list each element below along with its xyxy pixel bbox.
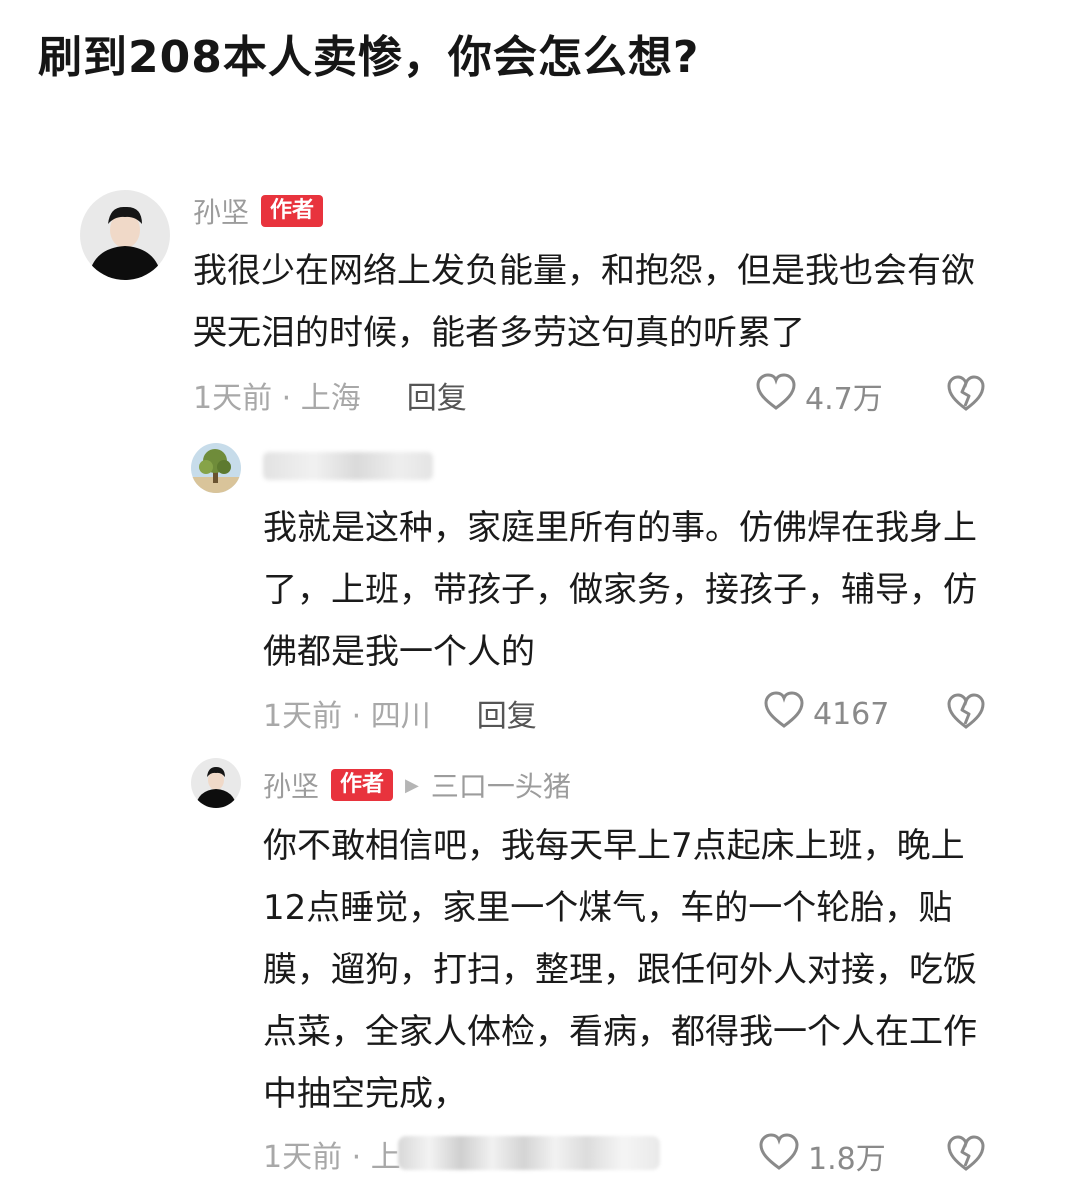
like-count: 4.7万 bbox=[805, 382, 883, 417]
blurred-overlay bbox=[398, 1136, 660, 1170]
comment-text: 我就是这种，家庭里所有的事。仿佛焊在我身上了，上班，带孩子，做家务，接孩子，辅导… bbox=[263, 508, 977, 672]
author-avatar[interactable] bbox=[191, 758, 241, 808]
comment-text: 我很少在网络上发负能量，和抱怨，但是我也会有欲哭无泪的时候，能者多劳这句真的听累… bbox=[193, 251, 975, 353]
reply-button[interactable]: 回复 bbox=[477, 691, 537, 735]
dislike-button[interactable] bbox=[946, 374, 986, 418]
author-badge: 作者 bbox=[261, 195, 324, 227]
like-button[interactable]: 4.7万 bbox=[755, 372, 883, 420]
comment-text: 你不敢相信吧，我每天早上7点起床上班，晚上12点睡觉，家里一个煤气，车的一个轮胎… bbox=[263, 826, 977, 1114]
dislike-button[interactable] bbox=[946, 1134, 986, 1178]
reply-target-name[interactable]: 三口一头猪 bbox=[431, 765, 571, 805]
commenter-avatar[interactable] bbox=[191, 443, 241, 493]
like-button[interactable]: 1.8万 bbox=[758, 1132, 886, 1180]
broken-heart-icon bbox=[946, 693, 986, 736]
triangle-right-icon: ▶ bbox=[405, 774, 419, 796]
heart-outline-icon bbox=[763, 690, 805, 738]
heart-outline-icon bbox=[758, 1132, 800, 1180]
comment-author-name[interactable]: 孙坚 bbox=[263, 765, 319, 805]
broken-heart-icon bbox=[946, 1135, 986, 1178]
comment-time-location: 1天前 · 上 bbox=[263, 1140, 401, 1175]
heart-outline-icon bbox=[755, 372, 797, 420]
author-avatar[interactable] bbox=[80, 190, 170, 280]
comment-author-name[interactable]: 孙坚 bbox=[193, 191, 249, 231]
author-badge: 作者 bbox=[331, 769, 394, 801]
dislike-button[interactable] bbox=[946, 692, 986, 736]
comment-time-location: 1天前 · 上海 bbox=[193, 381, 361, 416]
broken-heart-icon bbox=[946, 375, 986, 418]
comment-time-location: 1天前 · 四川 bbox=[263, 699, 431, 734]
like-button[interactable]: 4167 bbox=[763, 690, 889, 738]
like-count: 1.8万 bbox=[808, 1142, 886, 1177]
post-title: 刷到208本人卖惨，你会怎么想? bbox=[38, 32, 700, 83]
like-count: 4167 bbox=[813, 696, 890, 732]
reply-button[interactable]: 回复 bbox=[407, 373, 467, 417]
blurred-username[interactable] bbox=[263, 452, 433, 480]
